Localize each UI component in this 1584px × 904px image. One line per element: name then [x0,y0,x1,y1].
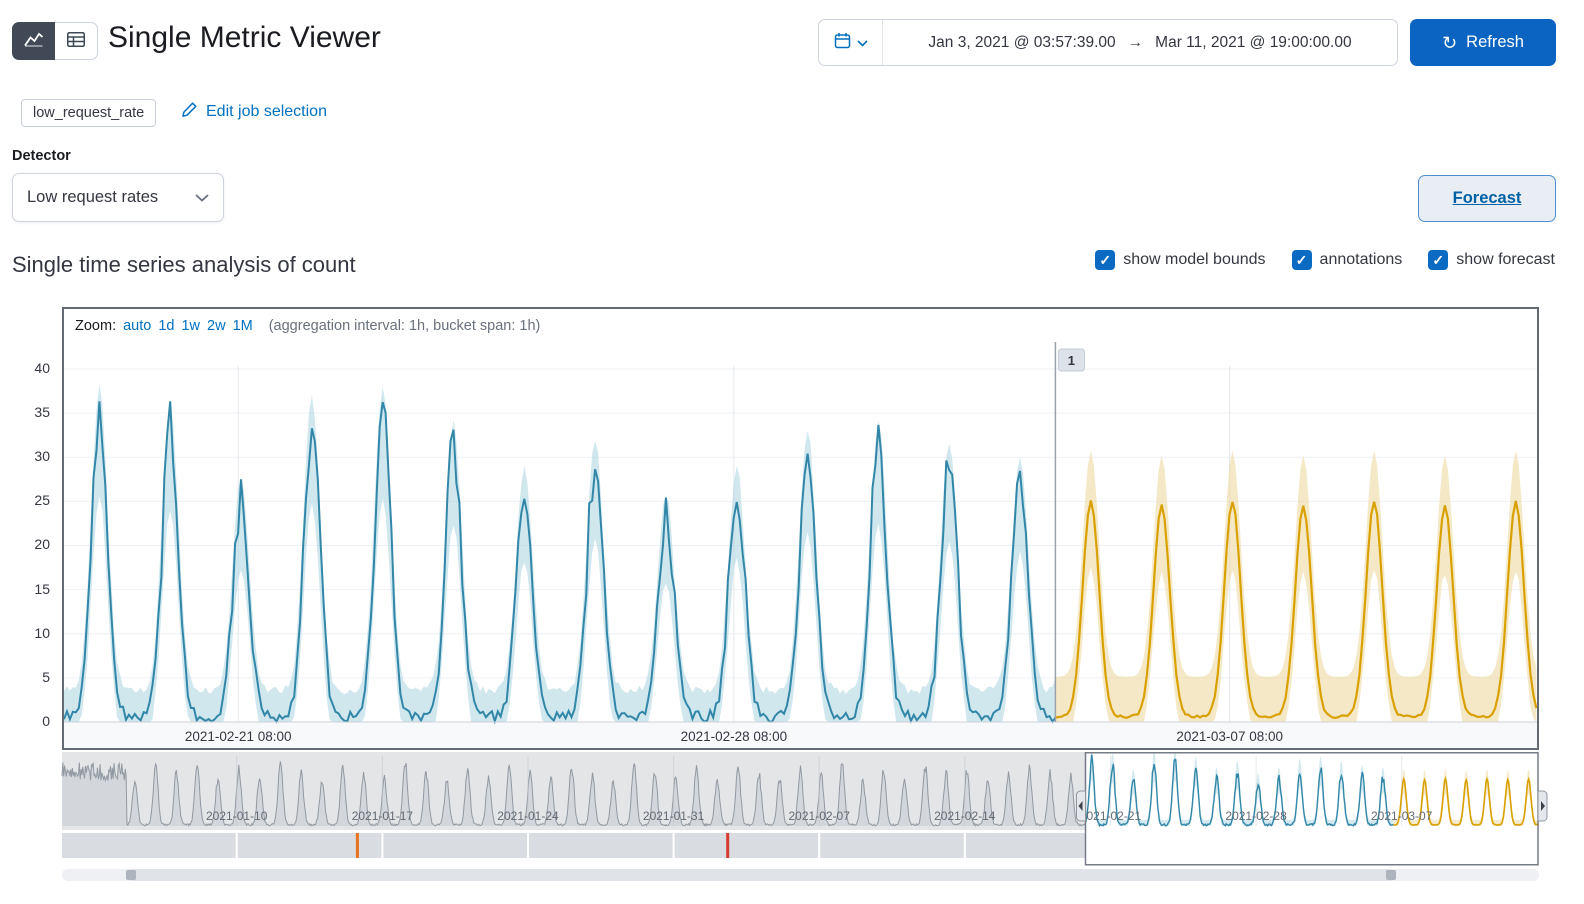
actual-line [64,401,1057,725]
single-metric-viewer-page: Single Metric Viewer Jan 3, 2021 @ 03:57… [0,0,1584,904]
context-tick-label: 2021-01-31 [643,809,705,823]
y-tick-label: 15 [34,580,50,597]
main-chart: Zoom: auto 1d 1w 2w 1M (aggregation interval… [62,307,1539,750]
view-toggle-group [12,22,98,60]
arrow-right-icon: → [1127,33,1144,51]
timeline-scrollbar[interactable] [62,869,1539,881]
time-range: Jan 3, 2021 @ 03:57:39.00 → Mar 11, 2021… [883,20,1397,65]
date-picker-menu-button[interactable] [819,20,883,65]
checkbox-label: show forecast [1456,251,1555,268]
y-tick-label: 0 [42,713,50,729]
chevron-down-icon [856,34,868,52]
chart-toggles: ✓ show model bounds ✓ annotations ✓ show fore… [1095,246,1555,274]
page-title: Single Metric Viewer [108,21,381,54]
y-tick-label: 10 [34,624,50,641]
x-tick-label: 2021-03-07 08:00 [1176,729,1283,744]
toggle-show-model-bounds[interactable]: ✓ show model bounds [1095,250,1266,270]
zoom-label: Zoom: [75,317,117,334]
zoom-option-auto[interactable]: auto [123,318,151,334]
context-tick-label: 2021-02-28 [1225,809,1287,823]
time-range-start[interactable]: Jan 3, 2021 @ 03:57:39.00 [928,34,1115,52]
y-tick-label: 30 [34,448,50,465]
zoom-option-1m[interactable]: 1M [233,318,253,334]
context-tick-label: 2021-02-07 [789,809,851,823]
calendar-icon [834,32,851,54]
swimlane-anomaly-marker[interactable] [726,833,730,858]
context-chart[interactable]: 2021-01-10 2021-01-17 2021-01-24 2021-01-31… [61,752,1548,866]
detector-selected-value: Low request rates [27,188,159,206]
scrollbar-handle-right[interactable] [1386,870,1396,880]
y-tick-label: 40 [34,359,50,376]
detector-label: Detector [12,148,71,164]
zoom-option-1w[interactable]: 1w [181,318,200,334]
context-tick-label: 2021-01-10 [206,809,268,823]
y-tick-label: 25 [34,492,50,509]
checkbox-label: show model bounds [1123,251,1266,268]
checkbox-annotations[interactable]: ✓ [1291,250,1312,270]
context-tick-label: 2021-01-17 [352,809,414,823]
table-view-button[interactable] [55,22,98,60]
context-tick-label: 2021-02-14 [934,809,996,823]
time-range-end[interactable]: Mar 11, 2021 @ 19:00:00.00 [1155,34,1351,52]
context-tick-label: 2021-01-24 [497,809,559,823]
y-tick-label: 20 [34,536,50,553]
scrollbar-thumb[interactable] [126,869,1396,881]
zoom-option-1d[interactable]: 1d [158,318,174,334]
refresh-button[interactable]: ↻ Refresh [1410,19,1556,66]
x-tick-label: 2021-02-21 08:00 [185,729,292,744]
edit-job-selection-label: Edit job selection [206,103,327,120]
aggregation-info: (aggregation interval: 1h, bucket span: … [268,317,541,334]
refresh-label: Refresh [1466,33,1524,51]
toggle-annotations[interactable]: ✓ annotations [1291,250,1403,270]
section-title: Single time series analysis of count [12,252,356,277]
y-tick-label: 35 [34,404,50,421]
model-bounds-area [64,384,1056,722]
checkbox-show-forecast[interactable]: ✓ [1428,250,1449,270]
line-chart-icon [23,32,44,51]
scrollbar-handle-left[interactable] [126,870,136,880]
toggle-show-forecast[interactable]: ✓ show forecast [1428,250,1555,270]
y-axis: 0 5 10 15 20 25 30 35 40 [0,307,52,750]
swimlane-anomaly-marker[interactable] [355,833,359,858]
edit-job-selection-link[interactable]: Edit job selection [181,101,327,123]
chart-view-button[interactable] [12,22,55,60]
forecast-button[interactable]: Forecast [1418,175,1556,222]
chevron-down-icon [195,188,209,207]
annotation-badge-label: 1 [1068,353,1075,368]
detector-select[interactable]: Low request rates [12,173,224,222]
date-picker: Jan 3, 2021 @ 03:57:39.00 → Mar 11, 2021… [818,19,1398,66]
context-tick-label: 2021-02-21 [1080,809,1142,823]
y-tick-label: 5 [42,668,50,685]
zoom-bar: Zoom: auto 1d 1w 2w 1M (aggregation interval… [64,309,1537,342]
checkbox-show-model-bounds[interactable]: ✓ [1095,250,1116,270]
swimlane[interactable] [62,833,1086,858]
job-badge: low_request_rate [21,99,157,127]
zoom-options: auto 1d 1w 2w 1M [123,318,253,334]
refresh-icon: ↻ [1442,32,1458,53]
main-chart-plot[interactable]: 1 2021-02-21 08:00 2021-02-28 08:00 2021-03… [64,342,1537,748]
context-tick-label: 2021-03-07 [1371,809,1433,823]
checkbox-label: annotations [1319,251,1403,268]
x-tick-label: 2021-02-28 08:00 [681,729,788,744]
table-icon [67,32,85,50]
pencil-icon [181,101,198,123]
zoom-option-2w[interactable]: 2w [207,318,226,334]
